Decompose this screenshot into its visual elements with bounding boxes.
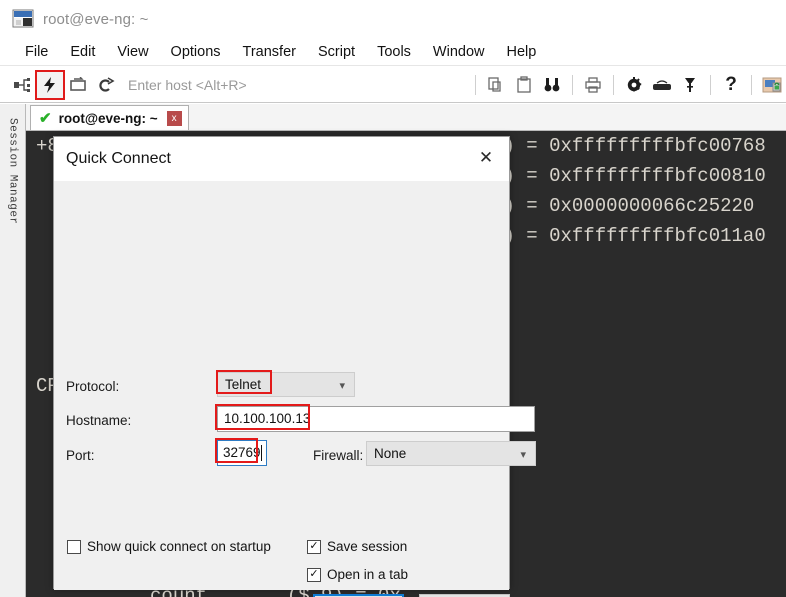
copy-icon[interactable] [482,71,510,99]
firewall-select[interactable]: None ▾ [366,441,536,466]
checkbox-box: ✓ [307,539,321,554]
checkbox-label: Save session [327,539,408,554]
menu-item-transfer[interactable]: Transfer [232,42,307,62]
hostname-input[interactable]: 10.100.100.13 [217,406,535,432]
toolbar-separator [475,74,476,95]
menu-item-script[interactable]: Script [307,42,366,62]
securecrt-app-icon [12,9,34,29]
port-input[interactable]: 32769 [217,440,267,466]
checkbox-label: Open in a tab [327,567,409,582]
dialog-close-icon[interactable]: ✕ [471,144,501,172]
dialog-body: Protocol: Telnet ▾ Hostname: 10.100.100.… [54,181,536,597]
menu-item-edit[interactable]: Edit [59,42,106,62]
connect-session-icon[interactable] [8,71,36,99]
connect-in-tab-icon[interactable] [64,71,92,99]
toolbar-separator-3 [613,74,614,95]
menu-item-view[interactable]: View [106,42,159,62]
toolbar-separator-2 [572,74,573,95]
dialog-title: Quick Connect [66,150,171,167]
port-value: 32769 [223,445,261,460]
firewall-label: Firewall: [313,448,364,463]
quick-connect-icon[interactable] [35,69,65,100]
chevron-down-icon: ▾ [339,380,345,392]
find-icon[interactable] [538,71,566,99]
securecrt-window: root@eve-ng: ~ File Edit View Options Tr… [0,0,786,597]
checkbox-box: ✓ [307,567,321,582]
toolbar-right-group: ? [469,71,786,99]
tab-root-eve-ng[interactable]: ✔ root@eve-ng: ~ x [30,105,189,130]
checkbox-box [67,539,81,554]
hostname-label: Hostname: [66,413,132,428]
help-icon[interactable]: ? [717,71,745,99]
open-in-a-tab-checkbox[interactable]: ✓ Open in a tab [307,567,408,582]
session-manager-label: Session Manager [6,118,19,225]
menu-item-file[interactable]: File [14,42,59,62]
green-check-icon: ✔ [39,109,52,127]
port-label: Port: [66,448,95,463]
dialog-titlebar: Quick Connect ✕ [54,137,509,181]
menubar: File Edit View Options Transfer Script T… [0,38,786,66]
text-caret [261,445,262,461]
menu-item-options[interactable]: Options [160,42,232,62]
window-title: root@eve-ng: ~ [43,10,149,28]
toolbar: Enter host <Alt+R> ? [0,67,786,103]
gear-icon[interactable] [620,71,648,99]
tab-label: root@eve-ng: ~ [58,110,158,126]
protocol-label: Protocol: [66,379,120,394]
menu-item-window[interactable]: Window [422,42,496,62]
screen-lock-icon[interactable] [758,71,786,99]
checkbox-label: Show quick connect on startup [87,539,271,554]
protocol-select[interactable]: Telnet ▾ [217,372,355,397]
menu-item-help[interactable]: Help [496,42,548,62]
keyboard-icon[interactable] [648,71,676,99]
firewall-value: None [374,446,407,461]
print-icon[interactable] [579,71,607,99]
window-titlebar: root@eve-ng: ~ [0,0,786,38]
toolbar-separator-5 [751,74,752,95]
toolbar-separator-4 [710,74,711,95]
protocol-value: Telnet [225,377,262,392]
paste-icon[interactable] [510,71,538,99]
save-session-checkbox[interactable]: ✓ Save session [307,539,407,554]
show-quick-connect-on-startup-checkbox[interactable]: Show quick connect on startup [67,539,271,554]
reconnect-icon[interactable] [92,71,120,99]
quick-connect-dialog[interactable]: Quick Connect ✕ Protocol: Telnet ▾ Hostn… [53,136,536,597]
menu-item-tools[interactable]: Tools [366,42,422,62]
tabbar: ✔ root@eve-ng: ~ x [26,104,786,131]
session-manager-strip[interactable]: Session Manager [0,104,26,597]
chevron-down-icon: ▾ [520,449,526,461]
enter-host-input[interactable]: Enter host <Alt+R> [128,77,469,93]
key-icon[interactable] [676,71,704,99]
close-icon[interactable]: x [166,110,182,126]
hostname-value: 10.100.100.13 [224,411,311,426]
